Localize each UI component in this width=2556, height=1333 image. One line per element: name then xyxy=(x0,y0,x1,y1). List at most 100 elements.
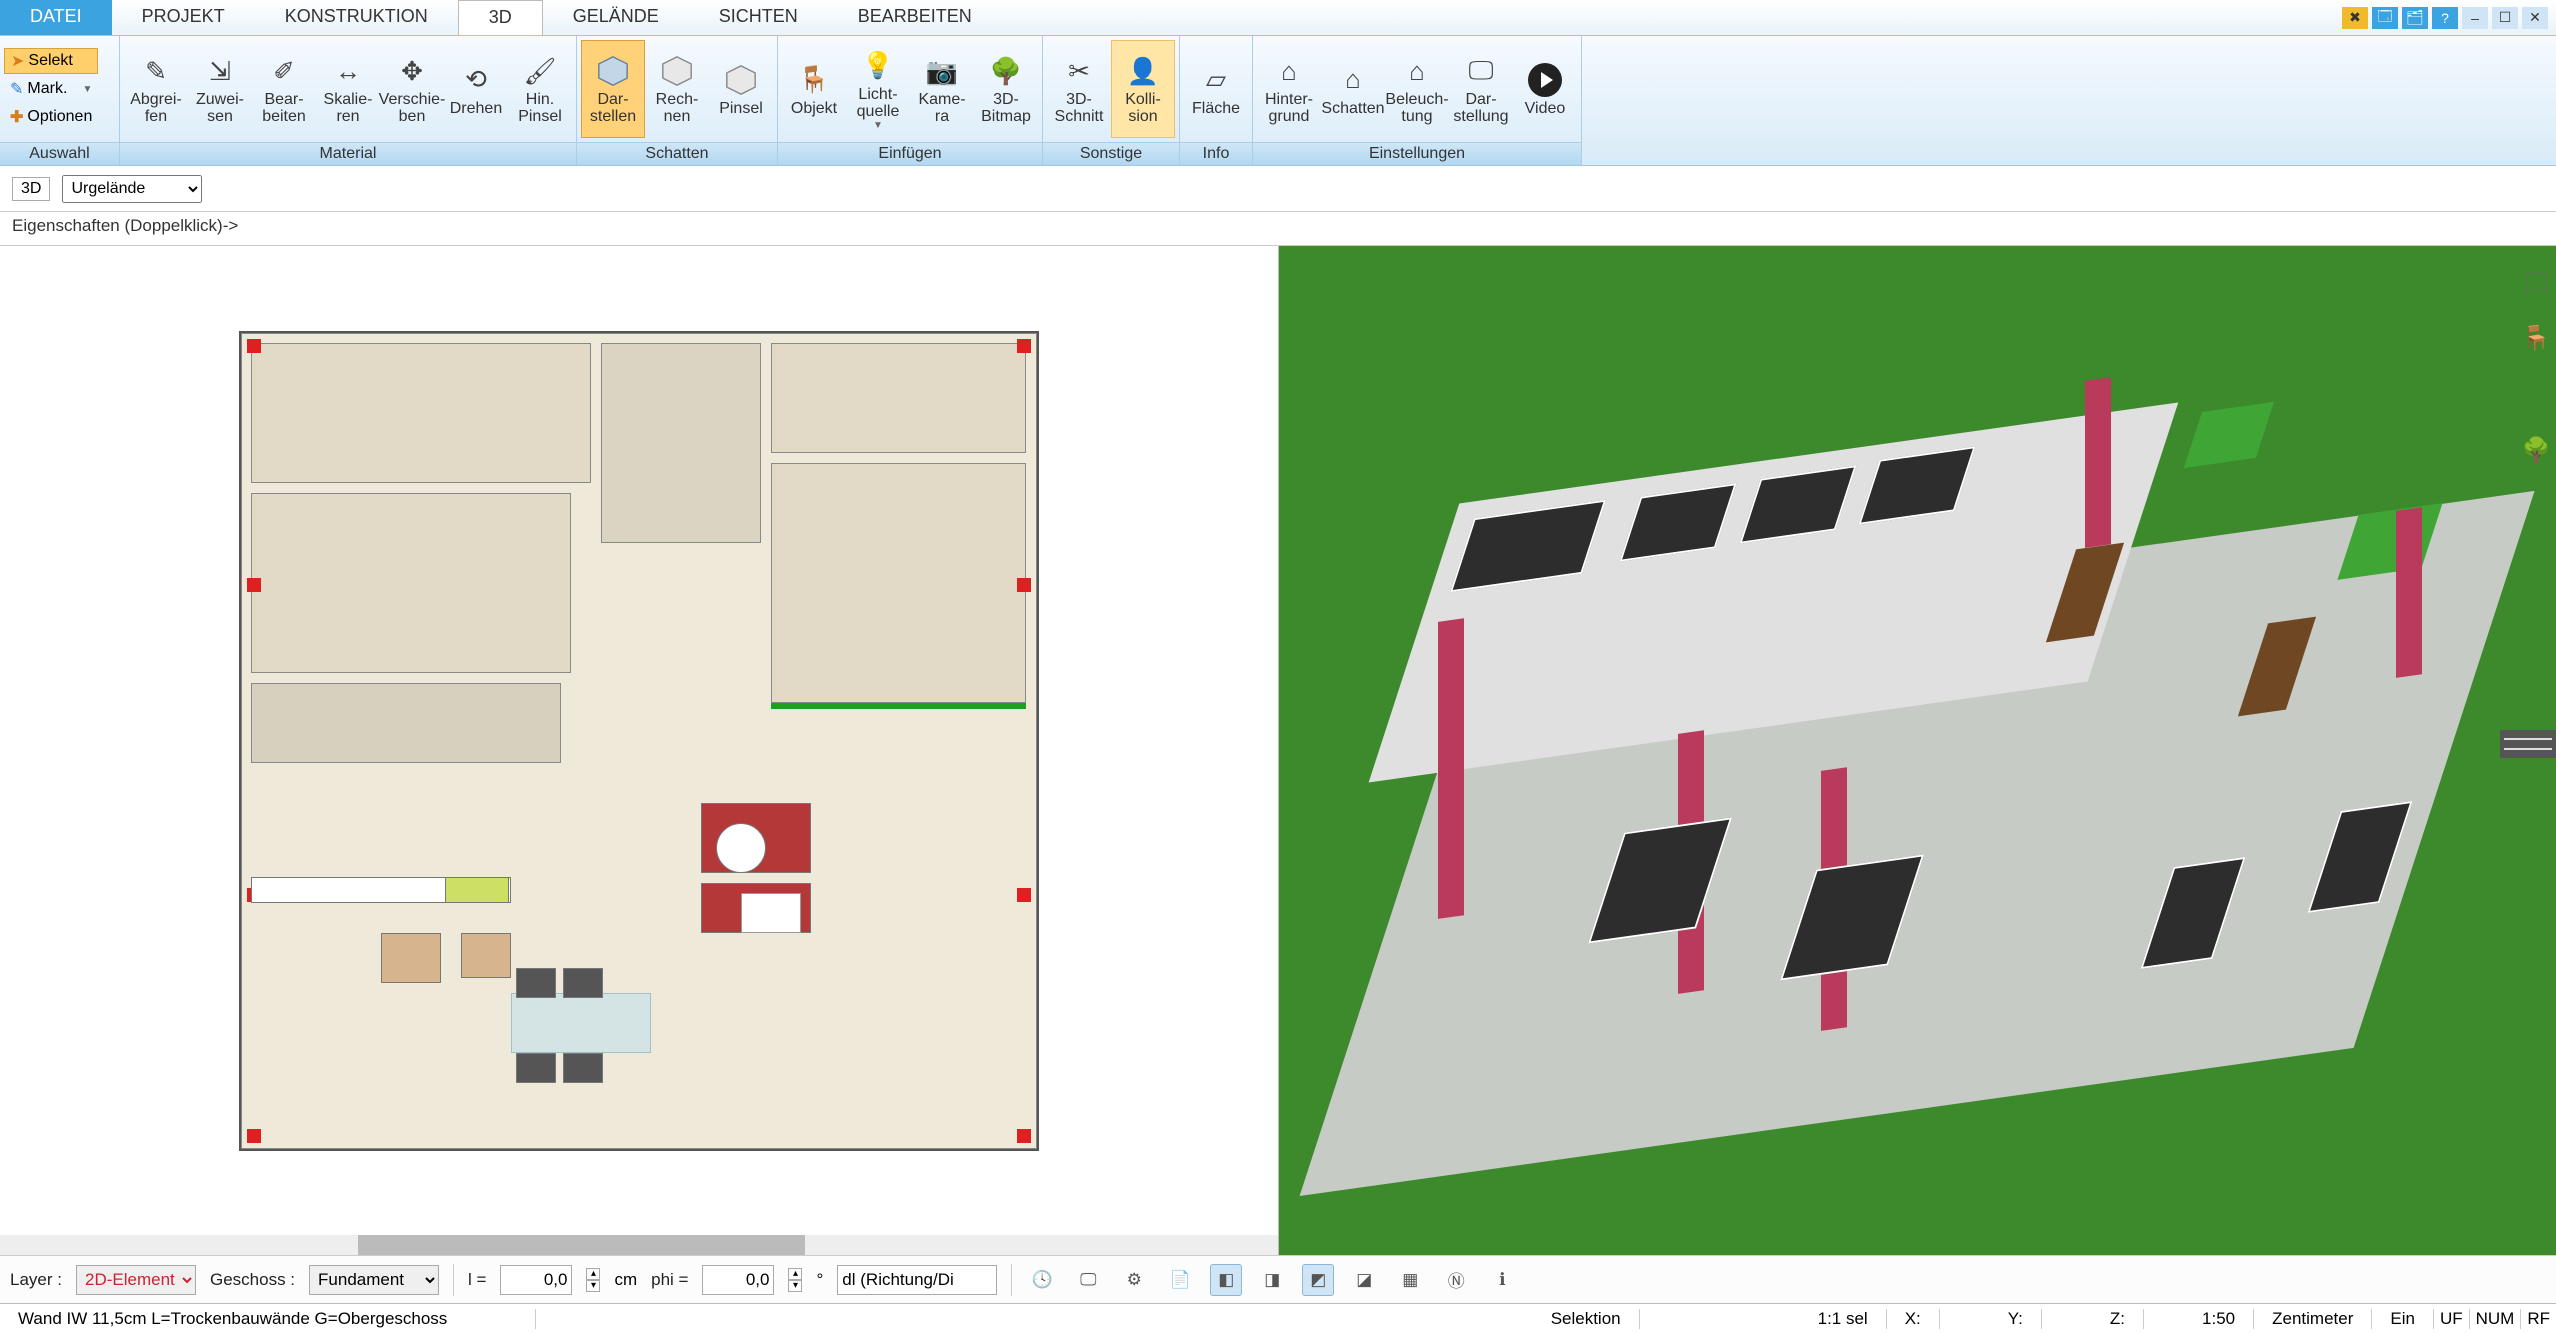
gear-icon[interactable]: ⚙ xyxy=(1118,1264,1150,1296)
brush-shadow-button[interactable]: Pinsel xyxy=(709,40,773,138)
info-bar-icon[interactable]: ℹ xyxy=(1486,1264,1518,1296)
cursor-icon: ➤ xyxy=(11,51,24,71)
render-button[interactable]: Dar- stellen xyxy=(581,40,645,138)
menu-tab-projekt[interactable]: PROJEKT xyxy=(112,0,255,35)
l-down[interactable]: ▾ xyxy=(586,1280,600,1292)
chair-icon: 🪑 xyxy=(796,62,832,98)
status-unit: Zentimeter xyxy=(2254,1309,2372,1329)
rotate-material-button[interactable]: ⟲Drehen xyxy=(444,40,508,138)
light-button[interactable]: 💡Licht- quelle▼ xyxy=(846,40,910,138)
status-ein: Ein xyxy=(2372,1309,2434,1329)
layers-tool-icon[interactable]: ⬚ xyxy=(2518,262,2554,298)
floor-plan[interactable] xyxy=(239,331,1039,1151)
clock-icon[interactable]: 🕓 xyxy=(1026,1264,1058,1296)
tree-icon: 🌳 xyxy=(988,53,1024,89)
group-label-sonstige: Sonstige xyxy=(1043,142,1179,165)
status-bar: Wand IW 11,5cm L=Trockenbauwände G=Oberg… xyxy=(0,1303,2556,1333)
background-button[interactable]: ⌂Hinter- grund xyxy=(1257,40,1321,138)
shadow-settings-button[interactable]: ⌂Schatten xyxy=(1321,40,1385,138)
menu-tab-bearbeiten[interactable]: BEARBEITEN xyxy=(828,0,1002,35)
house3-icon: ⌂ xyxy=(1399,53,1435,89)
phi-down[interactable]: ▾ xyxy=(788,1280,802,1292)
help-icon[interactable]: ? xyxy=(2432,7,2458,29)
menu-tab-3d[interactable]: 3D xyxy=(458,0,543,35)
sheet-icon[interactable]: 📄 xyxy=(1164,1264,1196,1296)
calculate-button[interactable]: Rech- nen xyxy=(645,40,709,138)
context-bar: 3D Urgelände xyxy=(0,166,2556,212)
layer3-icon[interactable]: ◩ xyxy=(1302,1264,1334,1296)
status-y: Y: xyxy=(1990,1309,2042,1329)
close-icon[interactable]: ✕ xyxy=(2522,7,2548,29)
assign-material-button[interactable]: ⇲Zuwei- sen xyxy=(188,40,252,138)
cube-icon xyxy=(595,53,631,89)
settings-icon[interactable]: ✖ xyxy=(2342,7,2368,29)
edit-material-button[interactable]: ✐Bear- beiten xyxy=(252,40,316,138)
menu-tab-sichten[interactable]: SICHTEN xyxy=(689,0,828,35)
terrain-select[interactable]: Urgelände xyxy=(62,175,202,203)
dropdown-icon: ▼ xyxy=(82,84,92,95)
brush-hin-button[interactable]: 🖌Hin. Pinsel xyxy=(508,40,572,138)
mark-button[interactable]: ✎ Mark. ▼ xyxy=(4,76,98,102)
layer4-icon[interactable]: ◪ xyxy=(1348,1264,1380,1296)
view-mode-indicator[interactable]: 3D xyxy=(12,177,50,201)
scale-material-button[interactable]: ↔Skalie- ren xyxy=(316,40,380,138)
object-button[interactable]: 🪑Objekt xyxy=(782,40,846,138)
collision-button[interactable]: 👤Kolli- sion xyxy=(1111,40,1175,138)
layer1-icon[interactable]: ◧ xyxy=(1210,1264,1242,1296)
section-icon: ✂ xyxy=(1061,53,1097,89)
color-palette-icon[interactable] xyxy=(2520,378,2552,410)
bitmap3d-button[interactable]: 🌳3D- Bitmap xyxy=(974,40,1038,138)
north-icon[interactable]: Ⓝ xyxy=(1440,1264,1472,1296)
display-button[interactable]: 🖵Dar- stellung xyxy=(1449,40,1513,138)
ribbon-group-info: ▱Fläche Info xyxy=(1180,36,1253,165)
window-icon[interactable]: 🗔 xyxy=(2372,7,2398,29)
length-label: l = xyxy=(468,1270,486,1290)
move-icon: ✥ xyxy=(394,53,430,89)
tree-tool-icon[interactable]: 🌳 xyxy=(2518,432,2554,468)
layer2-icon[interactable]: ◨ xyxy=(1256,1264,1288,1296)
area-button[interactable]: ▱Fläche xyxy=(1184,40,1248,138)
menu-tab-gelaende[interactable]: GELÄNDE xyxy=(543,0,689,35)
camera-button[interactable]: 📷Kame- ra xyxy=(910,40,974,138)
options-button[interactable]: ✚ Optionen xyxy=(4,104,98,130)
grid-icon[interactable]: ▦ xyxy=(1394,1264,1426,1296)
status-scale: 1:50 xyxy=(2184,1309,2254,1329)
chair-tool-icon[interactable]: 🪑 xyxy=(2518,320,2554,356)
length-input[interactable] xyxy=(500,1265,572,1295)
view3d-pane[interactable]: ⬚ 🪑 🌳 xyxy=(1279,246,2556,1255)
lighting-button[interactable]: ⌂Beleuch- tung xyxy=(1385,40,1449,138)
menu-tab-datei[interactable]: DATEI xyxy=(0,0,112,35)
phi-up[interactable]: ▴ xyxy=(788,1268,802,1280)
status-uf: UF xyxy=(2434,1309,2470,1329)
maximize-icon[interactable]: ☐ xyxy=(2492,7,2518,29)
window-controls: ✖ 🗔 🗂 ? – ☐ ✕ xyxy=(2342,0,2556,35)
horizontal-scrollbar[interactable] xyxy=(0,1235,1278,1255)
layers-icon[interactable]: 🗂 xyxy=(2402,7,2428,29)
group-label-einfuegen: Einfügen xyxy=(778,142,1042,165)
mark-label: Mark. xyxy=(27,80,67,98)
select-label: Selekt xyxy=(28,52,72,70)
properties-hint-bar[interactable]: Eigenschaften (Doppelklick)-> xyxy=(0,212,2556,246)
marker-icon: ✎ xyxy=(10,79,23,99)
ribbon-group-einstellungen: ⌂Hinter- grund ⌂Schatten ⌂Beleuch- tung … xyxy=(1253,36,1582,165)
layer-select[interactable]: 2D-Element xyxy=(76,1265,196,1295)
select-button[interactable]: ➤ Selekt xyxy=(4,48,98,74)
direction-input[interactable] xyxy=(837,1265,997,1295)
ribbon-group-material: ✎Abgrei- fen ⇲Zuwei- sen ✐Bear- beiten ↔… xyxy=(120,36,577,165)
monitor-icon: 🖵 xyxy=(1463,53,1499,89)
view3d-slider-handle[interactable] xyxy=(2500,730,2556,758)
plan-view-pane[interactable] xyxy=(0,246,1279,1255)
video-button[interactable]: Video xyxy=(1513,40,1577,138)
monitor-icon[interactable]: 🖵 xyxy=(1072,1264,1104,1296)
ribbon-group-auswahl: ➤ Selekt ✎ Mark. ▼ ✚ Optionen Auswahl xyxy=(0,36,120,165)
l-up[interactable]: ▴ xyxy=(586,1268,600,1280)
pick-material-button[interactable]: ✎Abgrei- fen xyxy=(124,40,188,138)
phi-input[interactable] xyxy=(702,1265,774,1295)
section3d-button[interactable]: ✂3D- Schnitt xyxy=(1047,40,1111,138)
status-x: X: xyxy=(1887,1309,1940,1329)
floor-select[interactable]: Fundament xyxy=(309,1265,439,1295)
minimize-icon[interactable]: – xyxy=(2462,7,2488,29)
move-material-button[interactable]: ✥Verschie- ben xyxy=(380,40,444,138)
menu-tab-konstruktion[interactable]: KONSTRUKTION xyxy=(255,0,458,35)
group-label-auswahl: Auswahl xyxy=(0,142,119,165)
